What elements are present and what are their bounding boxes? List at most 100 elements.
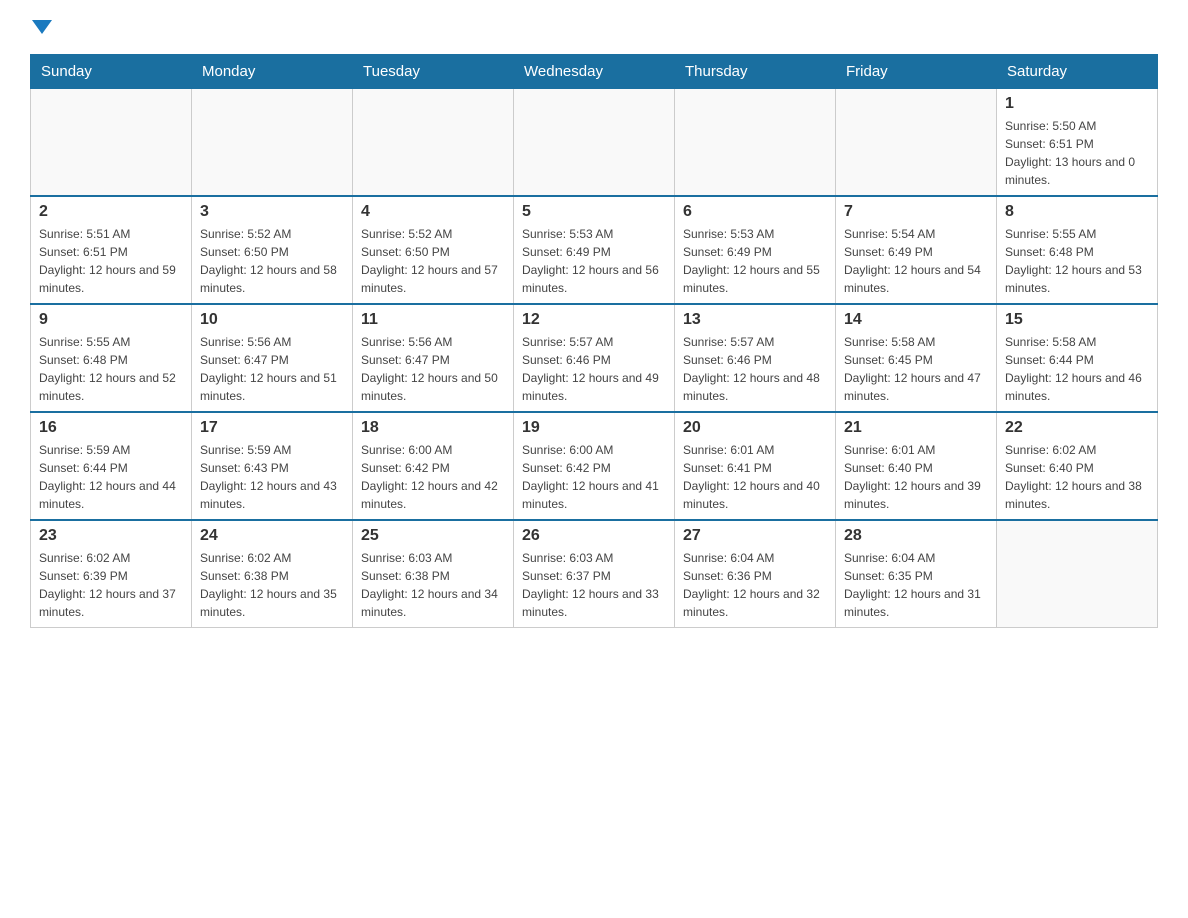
- day-number: 26: [522, 527, 666, 545]
- day-number: 6: [683, 203, 827, 221]
- calendar-day-cell: 21 Sunrise: 6:01 AM Sunset: 6:40 PM Dayli…: [836, 412, 997, 520]
- day-number: 23: [39, 527, 183, 545]
- day-info: Sunrise: 5:58 AM Sunset: 6:44 PM Dayligh…: [1005, 333, 1149, 405]
- calendar-day-cell: [997, 520, 1158, 628]
- column-header-monday: Monday: [192, 55, 353, 89]
- day-number: 12: [522, 311, 666, 329]
- day-number: 11: [361, 311, 505, 329]
- day-info: Sunrise: 5:59 AM Sunset: 6:44 PM Dayligh…: [39, 441, 183, 513]
- calendar-day-cell: 6 Sunrise: 5:53 AM Sunset: 6:49 PM Daylig…: [675, 196, 836, 304]
- calendar-table: SundayMondayTuesdayWednesdayThursdayFrid…: [30, 54, 1158, 628]
- column-header-sunday: Sunday: [31, 55, 192, 89]
- day-number: 18: [361, 419, 505, 437]
- calendar-day-cell: [192, 89, 353, 197]
- day-info: Sunrise: 6:01 AM Sunset: 6:40 PM Dayligh…: [844, 441, 988, 513]
- calendar-day-cell: 9Sunrise: 5:55 AM Sunset: 6:48 PM Daylig…: [31, 304, 192, 412]
- calendar-day-cell: 7 Sunrise: 5:54 AM Sunset: 6:49 PM Daylig…: [836, 196, 997, 304]
- calendar-day-cell: 12 Sunrise: 5:57 AM Sunset: 6:46 PM Dayli…: [514, 304, 675, 412]
- calendar-day-cell: 22 Sunrise: 6:02 AM Sunset: 6:40 PM Dayli…: [997, 412, 1158, 520]
- day-info: Sunrise: 6:02 AM Sunset: 6:39 PM Dayligh…: [39, 549, 183, 621]
- calendar-day-cell: 20 Sunrise: 6:01 AM Sunset: 6:41 PM Dayli…: [675, 412, 836, 520]
- day-number: 19: [522, 419, 666, 437]
- calendar-day-cell: 3 Sunrise: 5:52 AM Sunset: 6:50 PM Daylig…: [192, 196, 353, 304]
- day-info: Sunrise: 5:53 AM Sunset: 6:49 PM Dayligh…: [522, 225, 666, 297]
- calendar-day-cell: [31, 89, 192, 197]
- day-number: 24: [200, 527, 344, 545]
- column-header-friday: Friday: [836, 55, 997, 89]
- day-info: Sunrise: 5:50 AM Sunset: 6:51 PM Dayligh…: [1005, 117, 1149, 189]
- day-info: Sunrise: 5:57 AM Sunset: 6:46 PM Dayligh…: [522, 333, 666, 405]
- calendar-day-cell: 5 Sunrise: 5:53 AM Sunset: 6:49 PM Daylig…: [514, 196, 675, 304]
- column-header-thursday: Thursday: [675, 55, 836, 89]
- column-header-wednesday: Wednesday: [514, 55, 675, 89]
- page-header: [30, 20, 1158, 34]
- day-number: 22: [1005, 419, 1149, 437]
- day-number: 3: [200, 203, 344, 221]
- day-number: 1: [1005, 95, 1149, 113]
- calendar-day-cell: 2 Sunrise: 5:51 AM Sunset: 6:51 PM Daylig…: [31, 196, 192, 304]
- day-number: 8: [1005, 203, 1149, 221]
- day-info: Sunrise: 6:04 AM Sunset: 6:35 PM Dayligh…: [844, 549, 988, 621]
- calendar-week-row: 9Sunrise: 5:55 AM Sunset: 6:48 PM Daylig…: [31, 304, 1158, 412]
- calendar-day-cell: 10 Sunrise: 5:56 AM Sunset: 6:47 PM Dayli…: [192, 304, 353, 412]
- day-number: 13: [683, 311, 827, 329]
- logo-triangle-icon: [32, 20, 52, 34]
- day-number: 17: [200, 419, 344, 437]
- column-header-tuesday: Tuesday: [353, 55, 514, 89]
- calendar-day-cell: 19Sunrise: 6:00 AM Sunset: 6:42 PM Dayli…: [514, 412, 675, 520]
- calendar-header-row: SundayMondayTuesdayWednesdayThursdayFrid…: [31, 55, 1158, 89]
- calendar-day-cell: 15 Sunrise: 5:58 AM Sunset: 6:44 PM Dayli…: [997, 304, 1158, 412]
- calendar-day-cell: 28 Sunrise: 6:04 AM Sunset: 6:35 PM Dayli…: [836, 520, 997, 628]
- day-info: Sunrise: 6:00 AM Sunset: 6:42 PM Dayligh…: [361, 441, 505, 513]
- day-number: 5: [522, 203, 666, 221]
- calendar-day-cell: [675, 89, 836, 197]
- calendar-day-cell: 17Sunrise: 5:59 AM Sunset: 6:43 PM Dayli…: [192, 412, 353, 520]
- day-number: 21: [844, 419, 988, 437]
- day-number: 4: [361, 203, 505, 221]
- calendar-day-cell: 23 Sunrise: 6:02 AM Sunset: 6:39 PM Dayli…: [31, 520, 192, 628]
- day-info: Sunrise: 6:03 AM Sunset: 6:37 PM Dayligh…: [522, 549, 666, 621]
- day-number: 16: [39, 419, 183, 437]
- day-info: Sunrise: 6:02 AM Sunset: 6:38 PM Dayligh…: [200, 549, 344, 621]
- calendar-week-row: 2 Sunrise: 5:51 AM Sunset: 6:51 PM Daylig…: [31, 196, 1158, 304]
- day-number: 20: [683, 419, 827, 437]
- day-number: 14: [844, 311, 988, 329]
- day-info: Sunrise: 5:56 AM Sunset: 6:47 PM Dayligh…: [200, 333, 344, 405]
- day-info: Sunrise: 5:53 AM Sunset: 6:49 PM Dayligh…: [683, 225, 827, 297]
- day-info: Sunrise: 5:51 AM Sunset: 6:51 PM Dayligh…: [39, 225, 183, 297]
- calendar-day-cell: 25 Sunrise: 6:03 AM Sunset: 6:38 PM Dayli…: [353, 520, 514, 628]
- day-info: Sunrise: 5:54 AM Sunset: 6:49 PM Dayligh…: [844, 225, 988, 297]
- day-number: 10: [200, 311, 344, 329]
- day-number: 28: [844, 527, 988, 545]
- calendar-day-cell: 24 Sunrise: 6:02 AM Sunset: 6:38 PM Dayli…: [192, 520, 353, 628]
- column-header-saturday: Saturday: [997, 55, 1158, 89]
- calendar-day-cell: 13 Sunrise: 5:57 AM Sunset: 6:46 PM Dayli…: [675, 304, 836, 412]
- day-info: Sunrise: 6:03 AM Sunset: 6:38 PM Dayligh…: [361, 549, 505, 621]
- calendar-week-row: 23 Sunrise: 6:02 AM Sunset: 6:39 PM Dayli…: [31, 520, 1158, 628]
- day-number: 15: [1005, 311, 1149, 329]
- day-info: Sunrise: 6:01 AM Sunset: 6:41 PM Dayligh…: [683, 441, 827, 513]
- calendar-day-cell: 18 Sunrise: 6:00 AM Sunset: 6:42 PM Dayli…: [353, 412, 514, 520]
- calendar-day-cell: 8Sunrise: 5:55 AM Sunset: 6:48 PM Daylig…: [997, 196, 1158, 304]
- day-info: Sunrise: 5:55 AM Sunset: 6:48 PM Dayligh…: [39, 333, 183, 405]
- calendar-week-row: 1 Sunrise: 5:50 AM Sunset: 6:51 PM Daylig…: [31, 89, 1158, 197]
- day-info: Sunrise: 5:52 AM Sunset: 6:50 PM Dayligh…: [361, 225, 505, 297]
- calendar-day-cell: 26 Sunrise: 6:03 AM Sunset: 6:37 PM Dayli…: [514, 520, 675, 628]
- day-info: Sunrise: 5:57 AM Sunset: 6:46 PM Dayligh…: [683, 333, 827, 405]
- calendar-day-cell: 4 Sunrise: 5:52 AM Sunset: 6:50 PM Daylig…: [353, 196, 514, 304]
- calendar-week-row: 16 Sunrise: 5:59 AM Sunset: 6:44 PM Dayli…: [31, 412, 1158, 520]
- day-info: Sunrise: 6:02 AM Sunset: 6:40 PM Dayligh…: [1005, 441, 1149, 513]
- day-info: Sunrise: 5:58 AM Sunset: 6:45 PM Dayligh…: [844, 333, 988, 405]
- day-number: 7: [844, 203, 988, 221]
- day-info: Sunrise: 6:04 AM Sunset: 6:36 PM Dayligh…: [683, 549, 827, 621]
- day-number: 2: [39, 203, 183, 221]
- logo: [30, 20, 52, 34]
- calendar-day-cell: 14 Sunrise: 5:58 AM Sunset: 6:45 PM Dayli…: [836, 304, 997, 412]
- calendar-day-cell: 11Sunrise: 5:56 AM Sunset: 6:47 PM Dayli…: [353, 304, 514, 412]
- day-info: Sunrise: 5:52 AM Sunset: 6:50 PM Dayligh…: [200, 225, 344, 297]
- day-number: 25: [361, 527, 505, 545]
- calendar-day-cell: 1 Sunrise: 5:50 AM Sunset: 6:51 PM Daylig…: [997, 89, 1158, 197]
- calendar-day-cell: [353, 89, 514, 197]
- calendar-day-cell: 16 Sunrise: 5:59 AM Sunset: 6:44 PM Dayli…: [31, 412, 192, 520]
- calendar-day-cell: 27Sunrise: 6:04 AM Sunset: 6:36 PM Dayli…: [675, 520, 836, 628]
